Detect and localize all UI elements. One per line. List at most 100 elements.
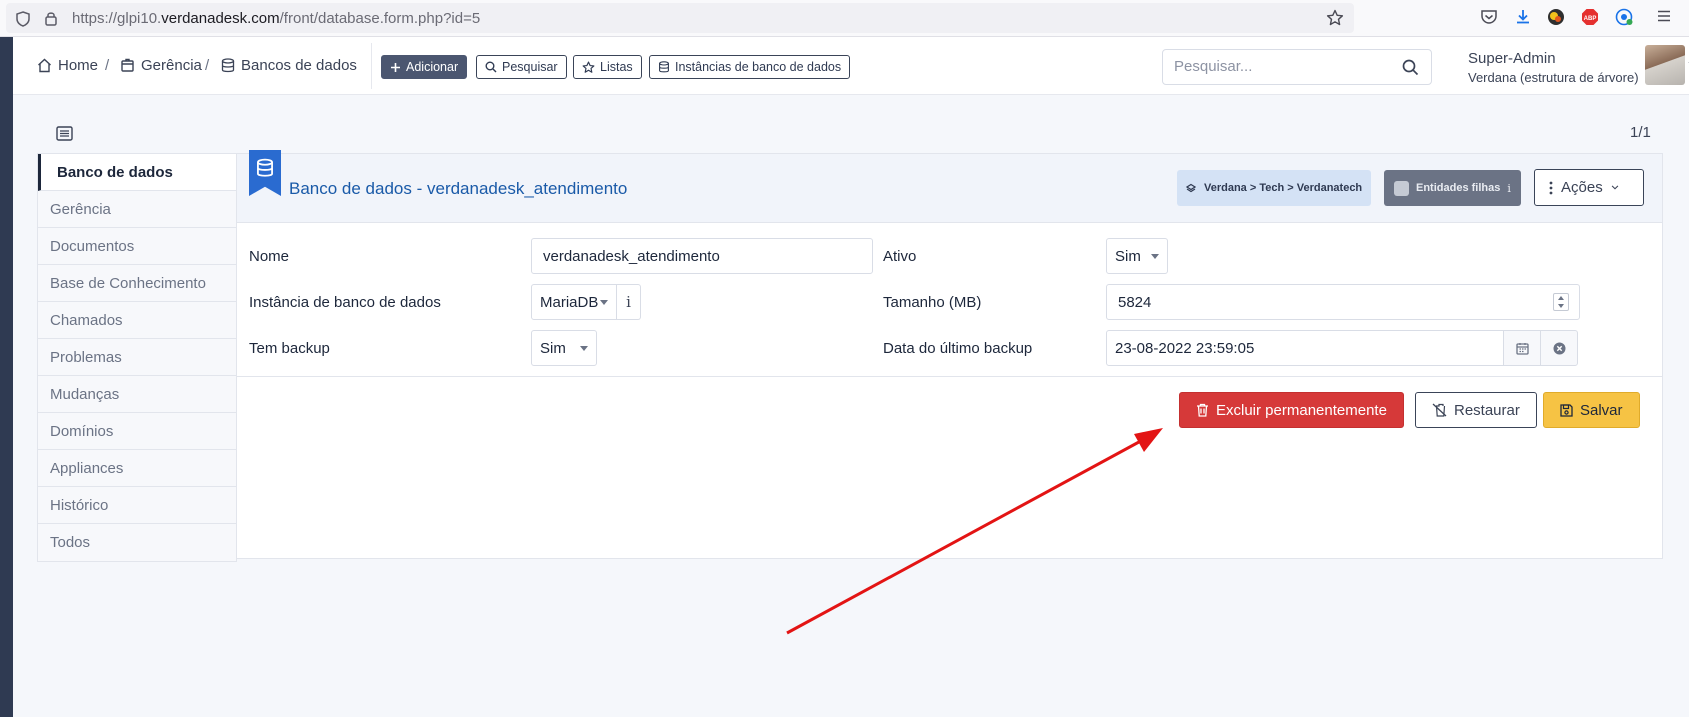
size-value: 5824 <box>1118 293 1152 311</box>
delete-permanently-button[interactable]: Excluir permanentemente <box>1179 392 1404 428</box>
tab-list: Banco de dados Gerência Documentos Base … <box>37 153 237 562</box>
tab-knowledge-base[interactable]: Base de Conhecimento <box>38 265 236 302</box>
breadcrumb-databases-label: Bancos de dados <box>241 57 357 74</box>
caret-down-icon <box>1151 254 1159 259</box>
database-instance-icon <box>658 61 670 73</box>
clear-date-button[interactable] <box>1540 330 1578 366</box>
lock-icon[interactable] <box>44 10 58 26</box>
size-label: Tamanho (MB) <box>883 294 982 311</box>
lists-button[interactable]: Listas <box>573 55 642 79</box>
kebab-icon <box>1549 181 1553 195</box>
breadcrumb-home[interactable]: Home <box>37 57 98 74</box>
hamburger-menu-icon[interactable] <box>1656 8 1672 24</box>
number-spinner-icon[interactable] <box>1553 293 1569 311</box>
breadcrumb-separator: / <box>205 57 210 74</box>
child-entities-checkbox[interactable] <box>1394 180 1409 196</box>
box-icon <box>120 58 135 73</box>
child-entities-label: Entidades filhas <box>1416 182 1501 194</box>
avatar[interactable] <box>1645 45 1685 85</box>
user-name[interactable]: Super-Admin <box>1468 50 1556 67</box>
header-divider <box>371 43 372 89</box>
child-entities-toggle[interactable]: Entidades filhas i <box>1384 170 1521 206</box>
database-instances-button[interactable]: Instâncias de banco de dados <box>649 55 851 79</box>
global-search-input[interactable] <box>1174 58 1394 75</box>
trash-icon <box>1196 403 1209 417</box>
pocket-icon[interactable] <box>1480 8 1498 26</box>
info-icon[interactable]: i <box>1507 182 1511 195</box>
card-header: Banco de dados - verdanadesk_atendimento… <box>237 150 1662 223</box>
list-toggle-icon[interactable] <box>56 126 73 141</box>
search-icon[interactable] <box>1402 59 1419 76</box>
shield-icon[interactable] <box>16 11 30 27</box>
calendar-icon <box>1515 342 1529 355</box>
tab-appliances[interactable]: Appliances <box>38 450 236 487</box>
restore-icon <box>1432 403 1447 417</box>
active-label: Ativo <box>883 248 917 265</box>
extension-avatar-icon[interactable] <box>1547 8 1565 26</box>
search-button-label: Pesquisar <box>502 60 558 74</box>
actions-label: Ações <box>1561 179 1603 196</box>
backup-select[interactable]: Sim <box>531 330 597 366</box>
pagination-count: 1/1 <box>1630 124 1651 141</box>
save-button[interactable]: Salvar <box>1543 392 1640 428</box>
plus-icon <box>390 62 401 73</box>
instance-info-button[interactable]: i <box>617 284 641 320</box>
breadcrumb-home-label: Home <box>58 57 99 74</box>
name-field[interactable]: verdanadesk_atendimento <box>531 238 873 274</box>
download-icon[interactable] <box>1514 8 1532 26</box>
tab-tickets[interactable]: Chamados <box>38 302 236 339</box>
sidebar-collapsed <box>0 37 13 717</box>
name-label: Nome <box>249 248 290 265</box>
database-instances-label: Instâncias de banco de dados <box>675 60 842 74</box>
svg-text:ABP: ABP <box>1584 16 1597 22</box>
page-title: Banco de dados - verdanadesk_atendimento <box>289 179 628 198</box>
tab-gerencia[interactable]: Gerência <box>38 191 236 228</box>
address-bar[interactable]: https://glpi10.verdanadesk.com/front/dat… <box>6 3 1354 33</box>
chevron-down-icon <box>1611 185 1619 190</box>
user-entity[interactable]: Verdana (estrutura de árvore) <box>1468 70 1639 85</box>
global-search[interactable] <box>1162 49 1432 85</box>
add-button[interactable]: Adicionar <box>381 55 468 79</box>
restore-button[interactable]: Restaurar <box>1415 392 1537 428</box>
layers-icon <box>1186 183 1196 193</box>
active-select-value: Sim <box>1115 247 1141 265</box>
backup-select-value: Sim <box>540 339 566 357</box>
entity-badge[interactable]: Verdana > Tech > Verdanatech <box>1177 170 1372 206</box>
breadcrumb-separator: / <box>105 57 110 74</box>
breadcrumb-gerencia[interactable]: Gerência <box>120 57 202 74</box>
breadcrumb-databases[interactable]: Bancos de dados <box>221 57 357 74</box>
size-field[interactable]: 5824 <box>1106 284 1580 320</box>
calendar-button[interactable] <box>1503 330 1541 366</box>
actions-dropdown[interactable]: Ações <box>1534 169 1644 206</box>
caret-down-icon <box>580 346 588 351</box>
entity-path: Verdana > Tech > Verdanatech <box>1204 182 1363 194</box>
bookmark-star-icon[interactable] <box>1326 9 1344 27</box>
url-text[interactable]: https://glpi10.verdanadesk.com/front/dat… <box>72 10 480 27</box>
browser-toolbar: https://glpi10.verdanadesk.com/front/dat… <box>0 0 1689 37</box>
backup-label: Tem backup <box>249 340 330 357</box>
instance-select[interactable]: MariaDB <box>531 284 617 320</box>
search-icon <box>485 61 497 73</box>
tab-all[interactable]: Todos <box>38 524 236 561</box>
save-icon <box>1560 403 1573 417</box>
search-button[interactable]: Pesquisar <box>476 55 567 79</box>
instance-label: Instância de banco de dados <box>249 294 441 311</box>
lists-button-label: Listas <box>600 60 633 74</box>
item-type-ribbon <box>249 150 281 196</box>
tab-domains[interactable]: Domínios <box>38 413 236 450</box>
last-backup-label: Data do último backup <box>883 340 1033 357</box>
tab-changes[interactable]: Mudanças <box>38 376 236 413</box>
last-backup-date-field[interactable]: 23-08-2022 23:59:05 <box>1106 330 1504 366</box>
clear-circle-icon <box>1553 342 1566 355</box>
instance-select-value: MariaDB <box>540 293 599 311</box>
extension-globe-icon[interactable] <box>1615 8 1633 26</box>
active-select[interactable]: Sim <box>1106 238 1168 274</box>
star-icon <box>582 61 595 74</box>
tab-history[interactable]: Histórico <box>38 487 236 524</box>
delete-button-label: Excluir permanentemente <box>1216 401 1387 419</box>
add-button-label: Adicionar <box>406 60 459 74</box>
tab-documents[interactable]: Documentos <box>38 228 236 265</box>
tab-database[interactable]: Banco de dados <box>38 154 236 191</box>
tab-problems[interactable]: Problemas <box>38 339 236 376</box>
adblock-icon[interactable]: ABP <box>1581 8 1599 26</box>
